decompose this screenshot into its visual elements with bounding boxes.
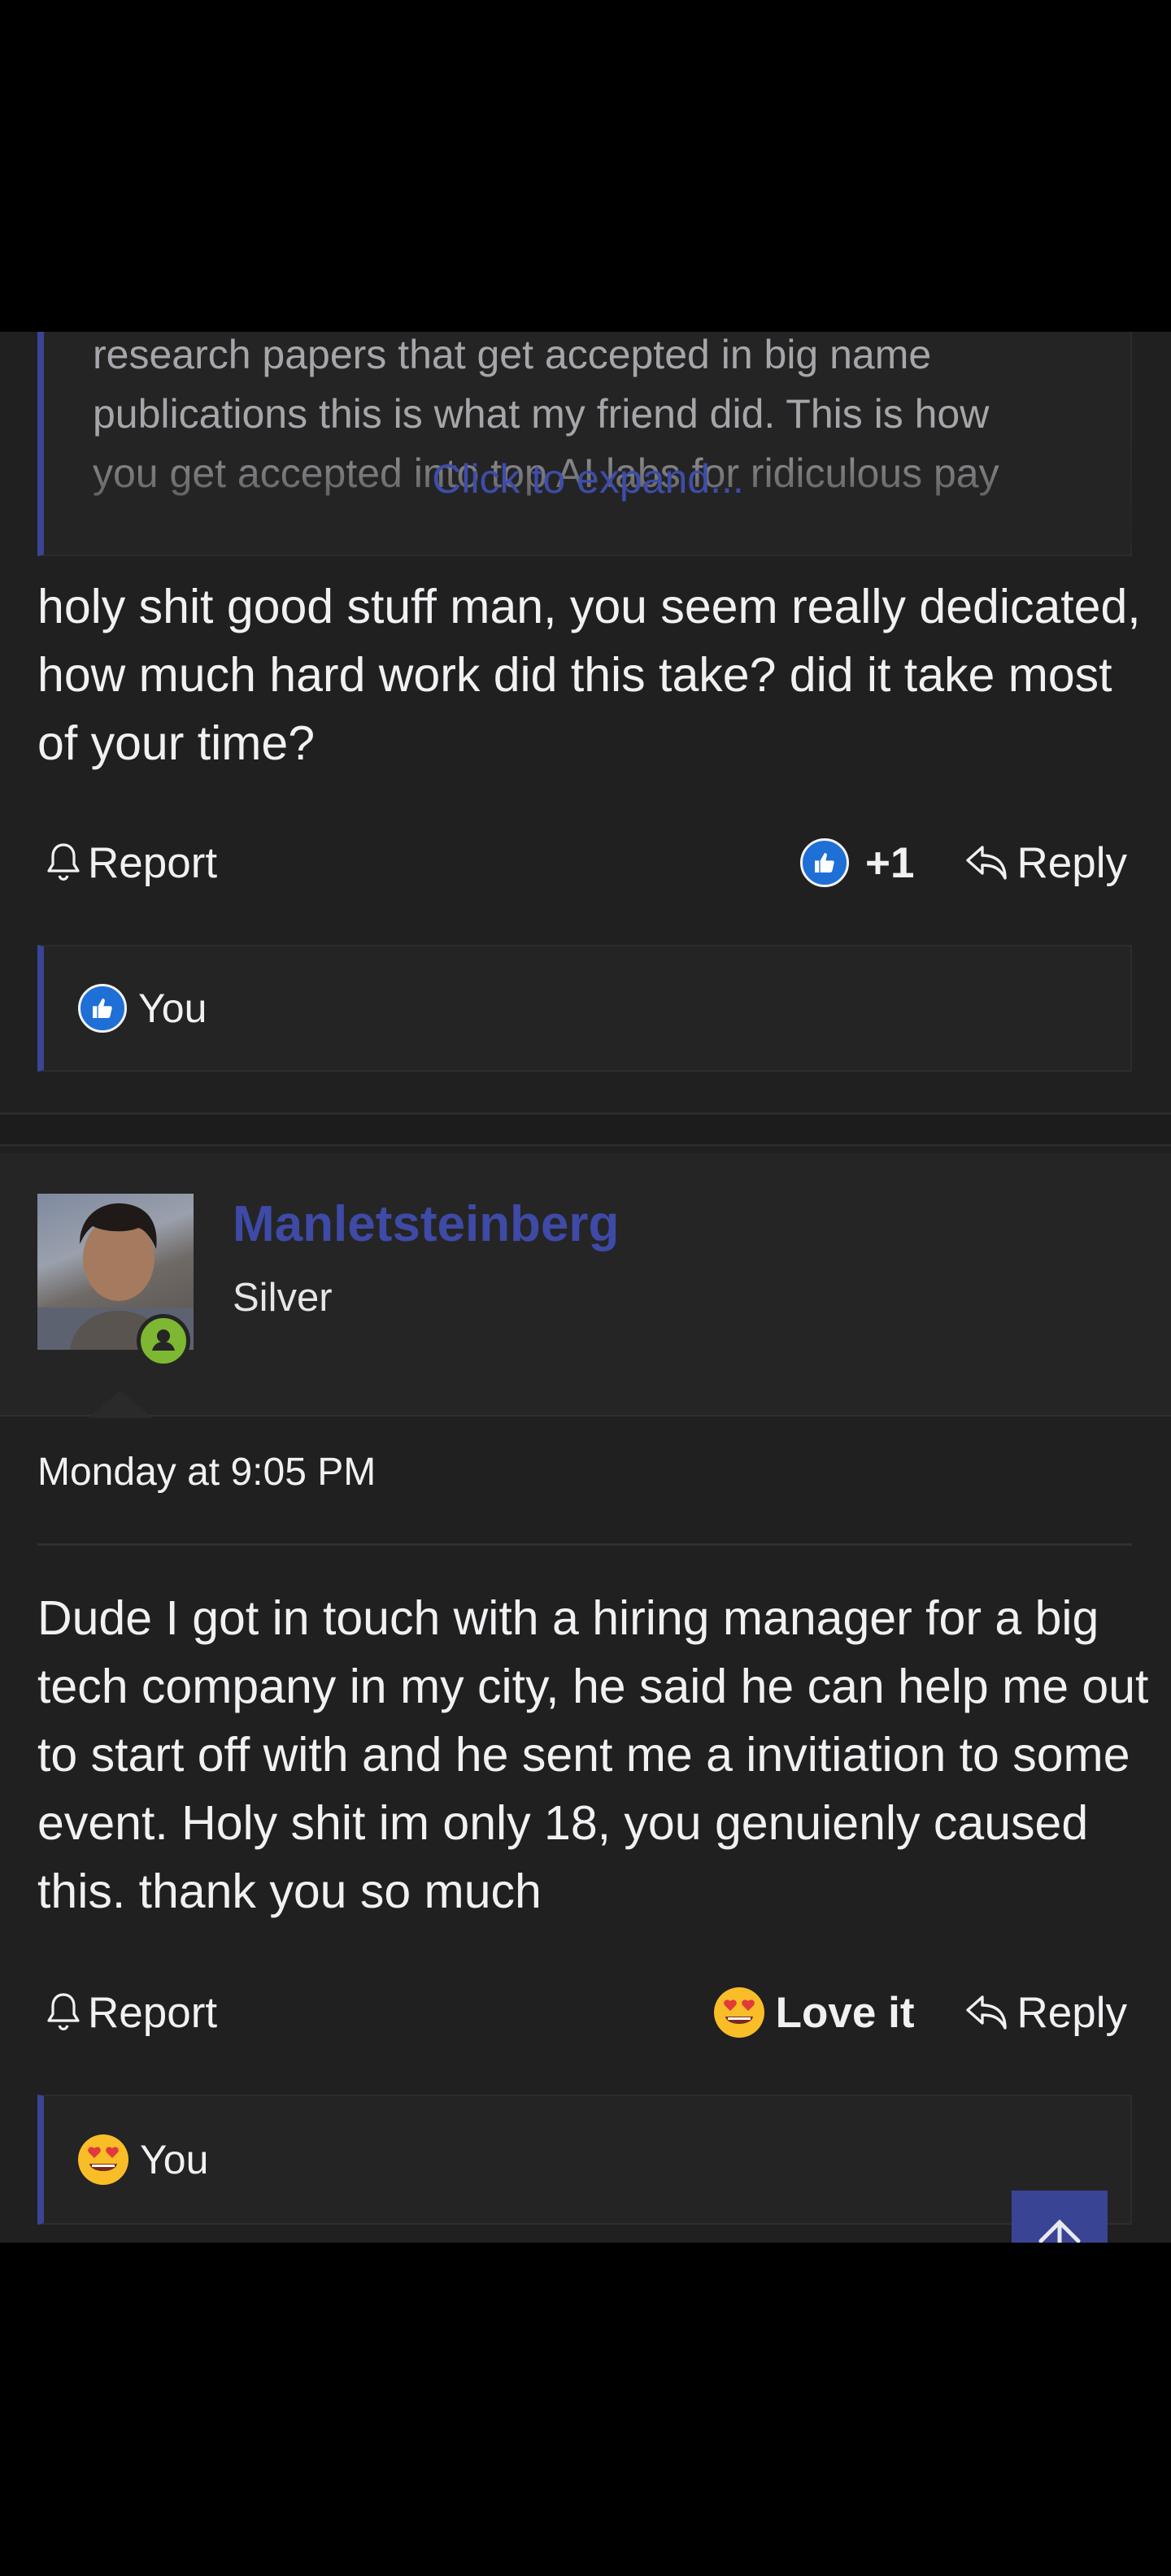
reply-icon xyxy=(964,1992,1010,2033)
reply-label: Reply xyxy=(1016,838,1127,887)
reactions-by: You xyxy=(140,2137,209,2182)
reaction-button[interactable]: Love it xyxy=(713,1987,915,2038)
divider xyxy=(37,1543,1132,1546)
username-link[interactable]: Manletsteinberg xyxy=(233,1195,619,1253)
report-label: Report xyxy=(88,838,218,887)
bell-icon xyxy=(44,1990,83,2035)
thread-viewport: research papers that get accepted in big… xyxy=(0,332,1171,2243)
reaction-label: +1 xyxy=(865,838,915,887)
reaction-button[interactable]: +1 xyxy=(800,838,914,888)
post-body: holy shit good stuff man, you seem reall… xyxy=(37,580,1141,770)
quote-block[interactable]: research papers that get accepted in big… xyxy=(37,332,1132,556)
reactions-by: You xyxy=(138,986,207,1031)
report-button[interactable]: Report xyxy=(44,838,217,888)
message-user-block: Manletsteinberg Silver xyxy=(0,1153,1171,1418)
reply-icon xyxy=(964,842,1010,883)
reaction-label: Love it xyxy=(775,1988,915,2037)
user-title: Silver xyxy=(233,1276,333,1320)
reactions-list[interactable]: You xyxy=(37,2095,1132,2225)
like-icon xyxy=(800,838,850,887)
report-label: Report xyxy=(88,1988,218,2037)
post-actions: Report +1 Reply xyxy=(37,826,1132,899)
post-date[interactable]: Monday at 9:05 PM xyxy=(37,1450,376,1495)
post-body: Dude I got in touch with a hiring manage… xyxy=(37,1591,1149,1918)
love-it-icon xyxy=(713,1987,764,2038)
love-it-icon xyxy=(78,2134,128,2185)
like-icon xyxy=(78,984,127,1033)
online-status-icon xyxy=(137,1314,190,1368)
reply-button[interactable]: Reply xyxy=(964,838,1127,888)
reply-button[interactable]: Reply xyxy=(964,1988,1127,2038)
reply-label: Reply xyxy=(1016,1988,1127,2037)
bell-icon xyxy=(44,840,83,886)
user-block-arrow xyxy=(88,1390,153,1418)
report-button[interactable]: Report xyxy=(44,1988,217,2038)
post-actions: Report Love it Reply xyxy=(37,1976,1132,2049)
reactions-list[interactable]: You xyxy=(37,945,1132,1072)
post-separator xyxy=(0,1112,1171,1147)
click-to-expand-link[interactable]: Click to expand... xyxy=(44,455,1132,503)
scroll-to-top-button[interactable] xyxy=(1012,2191,1108,2243)
